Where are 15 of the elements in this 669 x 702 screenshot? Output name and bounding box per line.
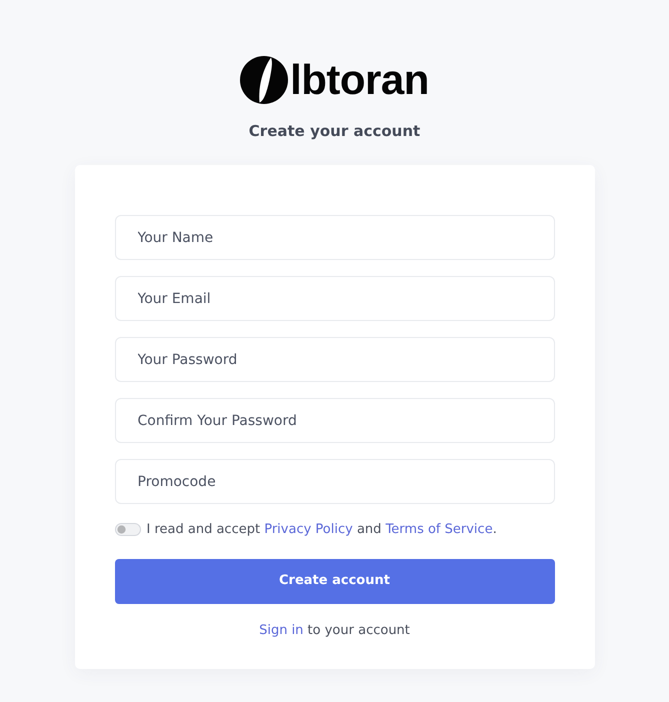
input-field[interactable]: Promocode bbox=[114, 459, 554, 504]
agreement-text: I read and accept Privacy Policy and Terms of Service. bbox=[146, 521, 497, 539]
sign-in-text: Sign in to your account bbox=[258, 622, 411, 640]
page-heading: Create your account bbox=[248, 121, 422, 142]
input-field[interactable]: Confirm Your Password bbox=[114, 398, 554, 443]
agreement-toggle[interactable] bbox=[114, 523, 140, 536]
privacy-policy-link[interactable]: Privacy Policy bbox=[264, 522, 353, 537]
input-field[interactable]: Your Password bbox=[114, 337, 554, 382]
logo-text: lbtoran bbox=[290, 56, 429, 104]
logo-icon bbox=[240, 56, 288, 104]
create-account-button[interactable]: Create account bbox=[114, 558, 554, 604]
terms-of-service-link[interactable]: Terms of Service bbox=[386, 522, 493, 537]
sign-in-link[interactable]: Sign in bbox=[259, 622, 304, 638]
input-field[interactable]: Your Name bbox=[114, 215, 554, 260]
input-field[interactable]: Your Email bbox=[114, 276, 554, 321]
